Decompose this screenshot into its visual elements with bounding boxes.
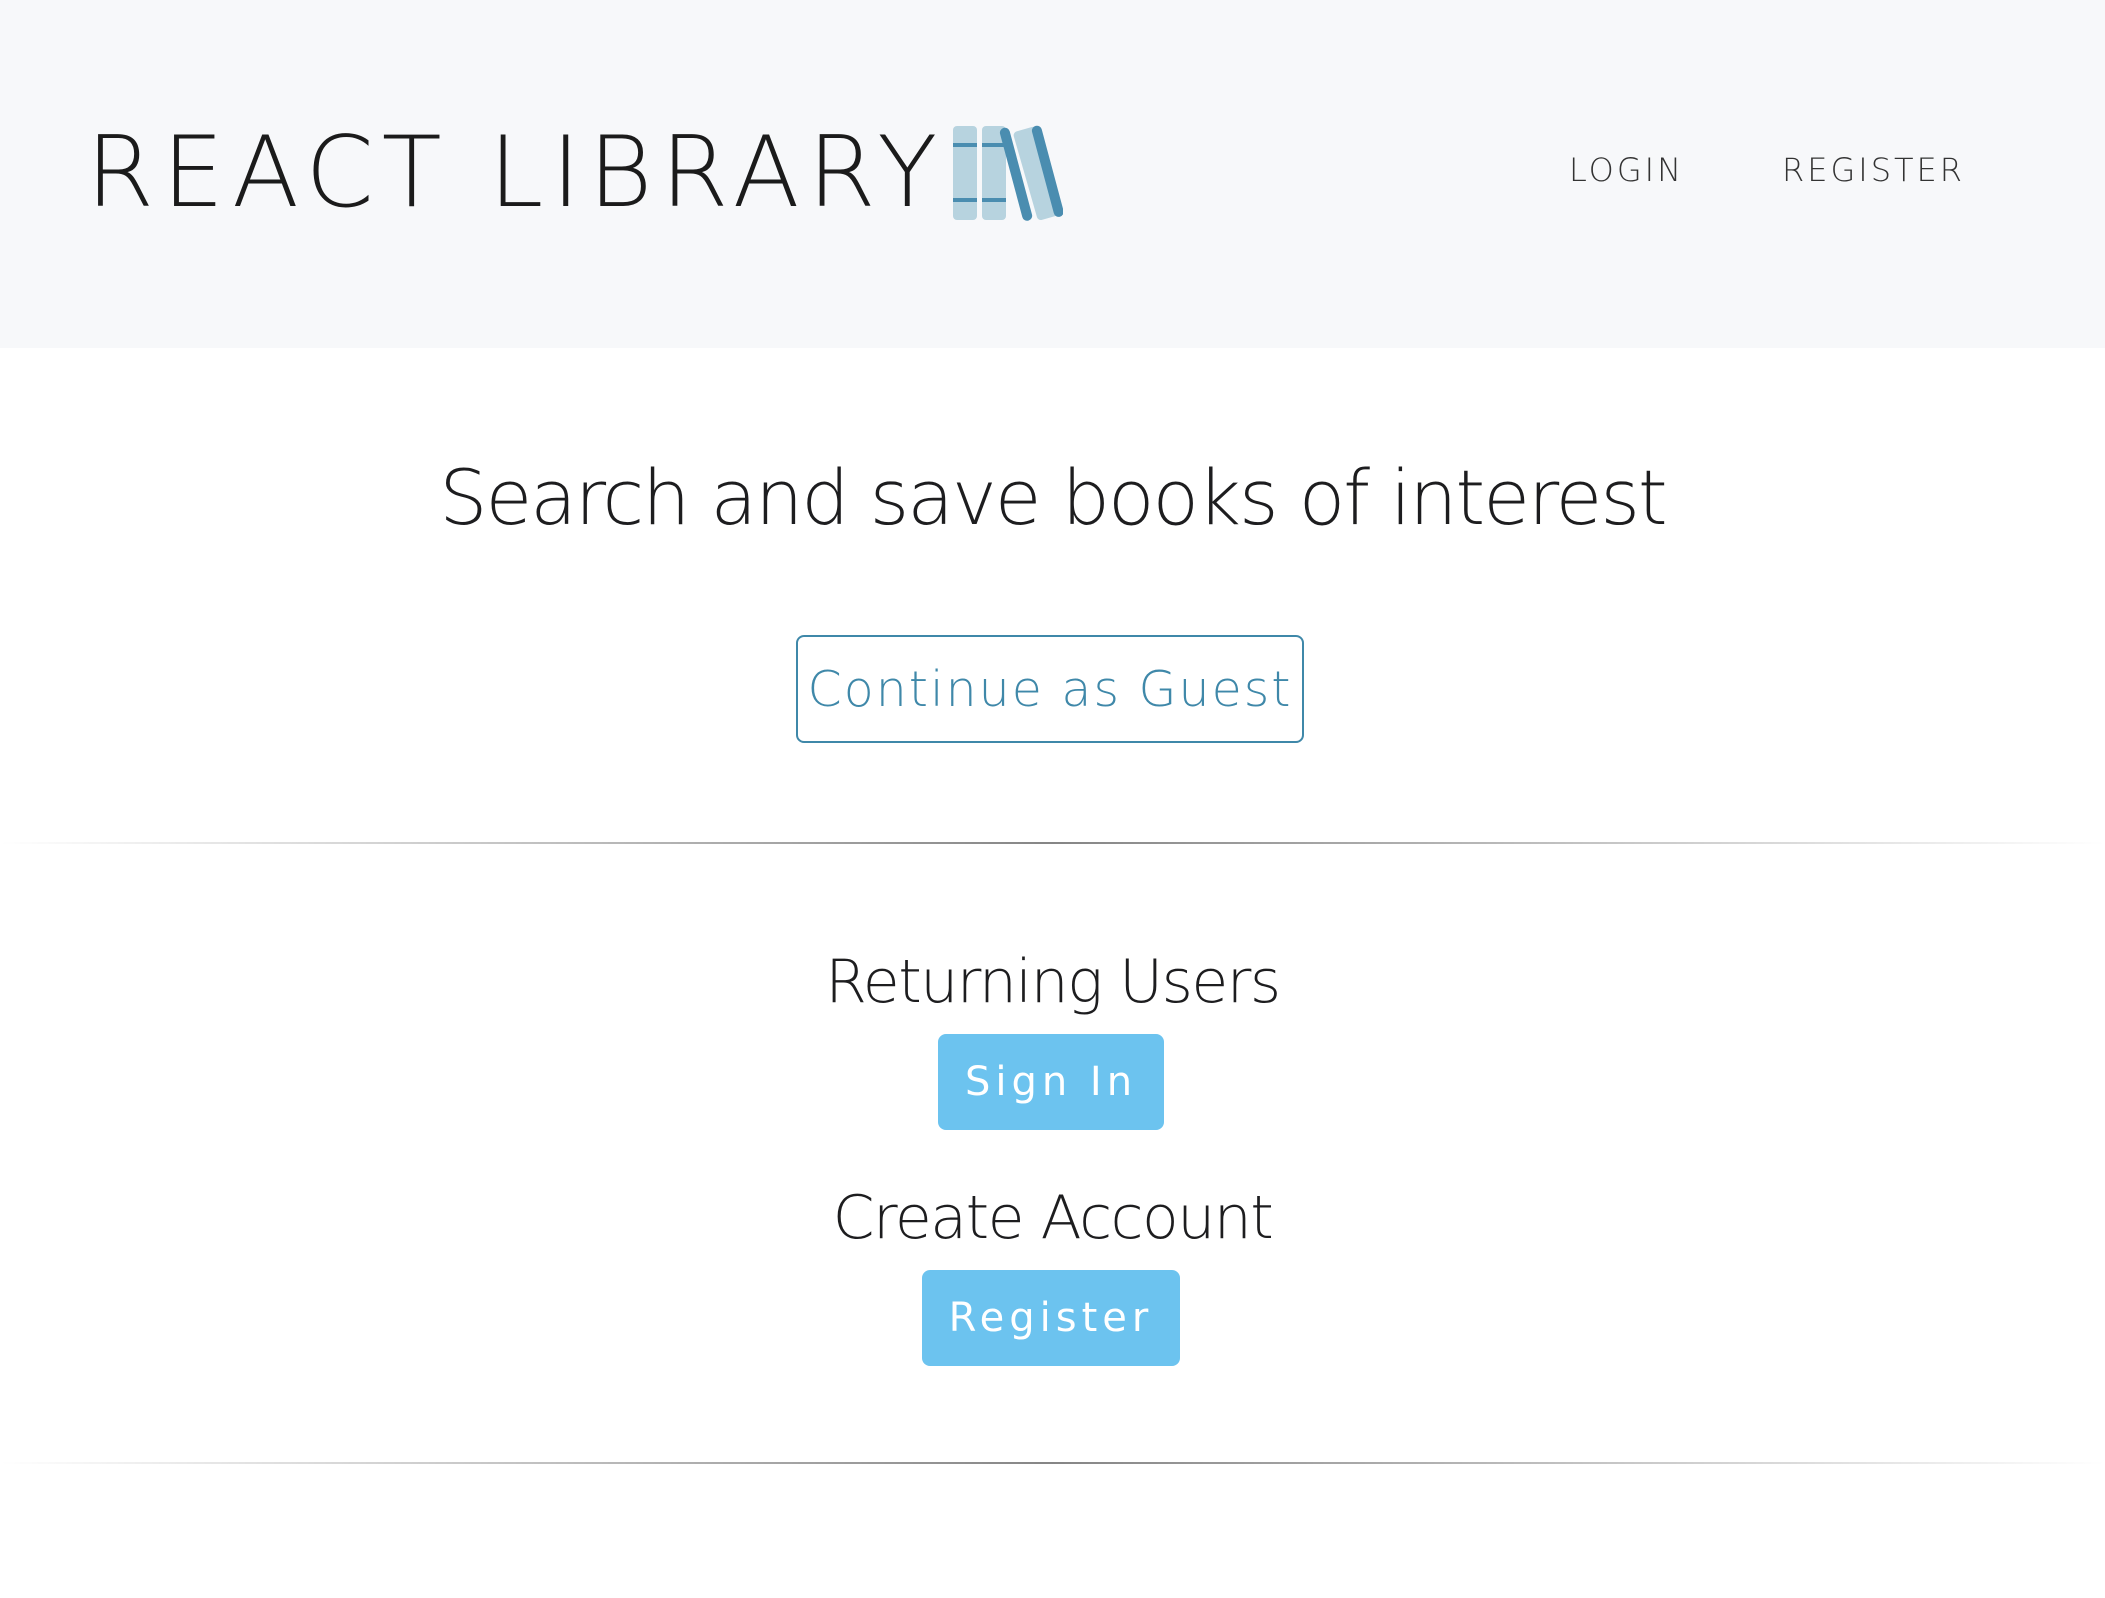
brand-title: REACT LIBRARY xyxy=(86,116,946,230)
books-icon xyxy=(953,125,1064,221)
section-divider xyxy=(0,842,2105,844)
brand-link[interactable]: REACT LIBRARY xyxy=(86,116,1064,230)
register-button[interactable]: Register xyxy=(922,1270,1180,1366)
navbar: REACT LIBRARY LOGIN REGISTER xyxy=(0,0,2105,348)
nav-register-link[interactable]: REGISTER xyxy=(1782,150,1965,190)
main-content: Search and save books of interest Contin… xyxy=(0,348,2105,1598)
page-headline: Search and save books of interest xyxy=(439,453,1667,542)
sign-in-button[interactable]: Sign In xyxy=(938,1034,1164,1130)
nav-links: LOGIN REGISTER xyxy=(1569,150,1965,190)
section-divider xyxy=(0,1462,2105,1464)
create-account-heading: Create Account xyxy=(832,1183,1274,1253)
continue-as-guest-button[interactable]: Continue as Guest xyxy=(796,635,1304,743)
returning-users-heading: Returning Users xyxy=(825,947,1281,1017)
nav-login-link[interactable]: LOGIN xyxy=(1569,150,1684,190)
